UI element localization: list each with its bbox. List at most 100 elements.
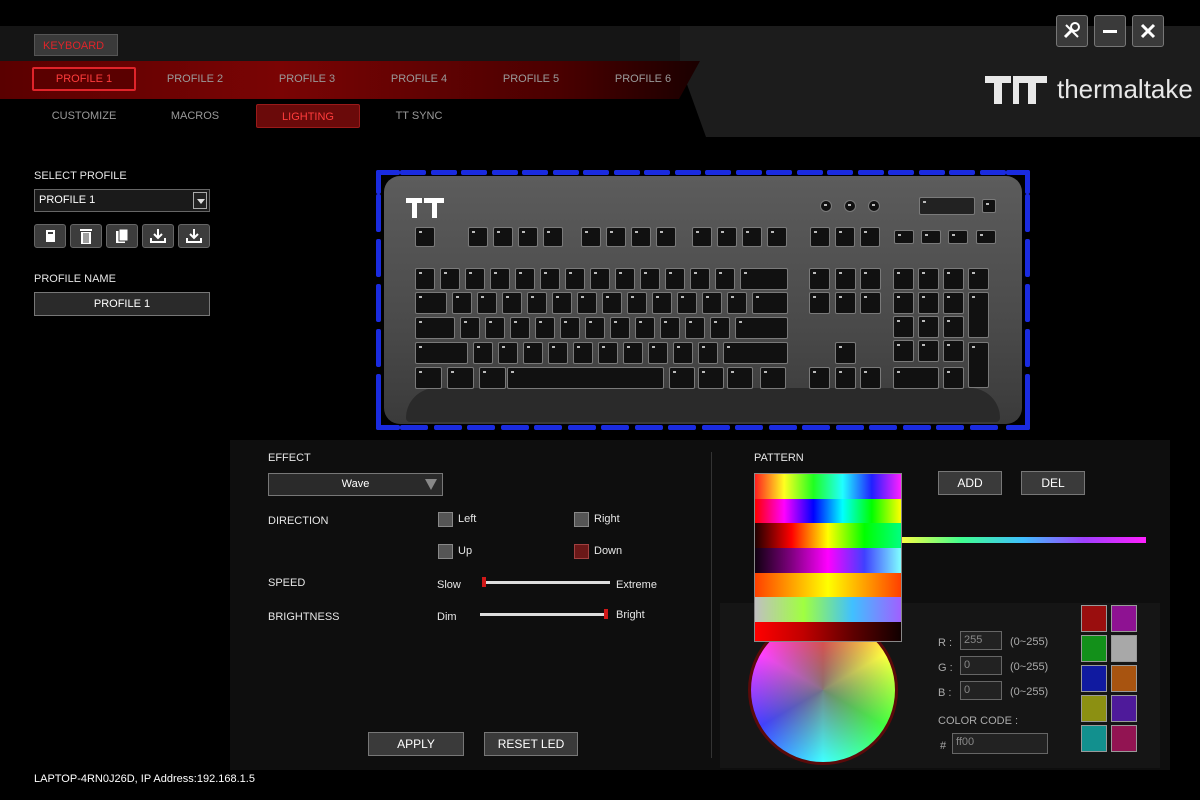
- keyboard-key[interactable]: [415, 317, 455, 339]
- pattern-item[interactable]: [755, 622, 901, 641]
- delete-profile-button[interactable]: [70, 224, 102, 248]
- keyboard-key[interactable]: [835, 367, 856, 389]
- effect-select[interactable]: Wave: [268, 473, 443, 496]
- keyboard-section-tab[interactable]: KEYBOARD: [34, 34, 118, 56]
- keyboard-key[interactable]: [723, 342, 788, 364]
- keyboard-key[interactable]: [577, 292, 597, 314]
- keyboard-key[interactable]: [477, 292, 497, 314]
- media-key[interactable]: [868, 200, 880, 212]
- keyboard-key[interactable]: [692, 227, 712, 247]
- tab-customize[interactable]: CUSTOMIZE: [32, 104, 136, 128]
- keyboard-key[interactable]: [610, 317, 630, 339]
- keyboard-key[interactable]: [921, 230, 941, 244]
- new-profile-button[interactable]: [34, 224, 66, 248]
- speed-slider-handle[interactable]: [482, 577, 486, 587]
- pattern-item[interactable]: [755, 498, 901, 524]
- keyboard-key[interactable]: [468, 227, 488, 247]
- keyboard-key[interactable]: [660, 317, 680, 339]
- keyboard-key[interactable]: [677, 292, 697, 314]
- keyboard-key[interactable]: [460, 317, 480, 339]
- keyboard-key[interactable]: [560, 317, 580, 339]
- pattern-list[interactable]: [754, 473, 902, 642]
- keyboard-key[interactable]: [552, 292, 572, 314]
- keyboard-key[interactable]: [809, 268, 830, 290]
- import-profile-button[interactable]: [142, 224, 174, 248]
- keyboard-key[interactable]: [893, 340, 914, 362]
- keyboard-key[interactable]: [943, 268, 964, 290]
- tab-profile-1[interactable]: PROFILE 1: [32, 67, 136, 91]
- settings-button[interactable]: [1056, 15, 1088, 47]
- keyboard-key[interactable]: [893, 292, 914, 314]
- keyboard-key[interactable]: [648, 342, 668, 364]
- pattern-item[interactable]: [755, 548, 901, 573]
- keyboard-key[interactable]: [698, 367, 724, 389]
- tab-profile-2[interactable]: PROFILE 2: [143, 67, 247, 91]
- keyboard-key[interactable]: [602, 292, 622, 314]
- keyboard-key[interactable]: [540, 268, 560, 290]
- keyboard-key[interactable]: [860, 268, 881, 290]
- keyboard-preview[interactable]: [376, 170, 1030, 430]
- direction-left-checkbox[interactable]: [438, 512, 453, 527]
- brightness-slider[interactable]: [480, 613, 608, 616]
- keyboard-key[interactable]: [673, 342, 693, 364]
- keyboard-key[interactable]: [835, 227, 855, 247]
- tab-profile-4[interactable]: PROFILE 4: [367, 67, 471, 91]
- tab-profile-5[interactable]: PROFILE 5: [479, 67, 583, 91]
- keyboard-key[interactable]: [479, 367, 506, 389]
- tab-macros[interactable]: MACROS: [143, 104, 247, 128]
- keyboard-key[interactable]: [835, 342, 856, 364]
- keyboard-key[interactable]: [698, 342, 718, 364]
- color-swatch[interactable]: [1081, 695, 1107, 722]
- keyboard-key[interactable]: [702, 292, 722, 314]
- color-swatch[interactable]: [1081, 725, 1107, 752]
- keyboard-key[interactable]: [548, 342, 568, 364]
- pattern-item[interactable]: [755, 597, 901, 623]
- keyboard-key[interactable]: [415, 342, 468, 364]
- keyboard-key[interactable]: [498, 342, 518, 364]
- tab-profile-6[interactable]: PROFILE 6: [591, 67, 695, 91]
- b-input[interactable]: 0: [960, 681, 1002, 700]
- keyboard-key[interactable]: [918, 340, 939, 362]
- tab-tt-sync[interactable]: TT SYNC: [367, 104, 471, 128]
- chevron-down-icon[interactable]: [193, 192, 207, 209]
- direction-down-checkbox[interactable]: [574, 544, 589, 559]
- keyboard-key[interactable]: [690, 268, 710, 290]
- keyboard-key[interactable]: [573, 342, 593, 364]
- keyboard-key[interactable]: [968, 292, 989, 338]
- keyboard-key[interactable]: [685, 317, 705, 339]
- color-swatch[interactable]: [1111, 635, 1137, 662]
- keyboard-key[interactable]: [623, 342, 643, 364]
- keyboard-key[interactable]: [860, 227, 880, 247]
- media-key[interactable]: [820, 200, 832, 212]
- keyboard-key[interactable]: [918, 316, 939, 338]
- reset-led-button[interactable]: RESET LED: [484, 732, 578, 756]
- keyboard-key[interactable]: [860, 367, 881, 389]
- keyboard-key[interactable]: [581, 227, 601, 247]
- keyboard-key[interactable]: [452, 292, 472, 314]
- keyboard-key[interactable]: [982, 199, 996, 213]
- keyboard-key[interactable]: [710, 317, 730, 339]
- keyboard-key[interactable]: [767, 227, 787, 247]
- keyboard-key[interactable]: [598, 342, 618, 364]
- keyboard-key[interactable]: [627, 292, 647, 314]
- keyboard-key[interactable]: [809, 292, 830, 314]
- keyboard-key[interactable]: [893, 367, 939, 389]
- keyboard-key[interactable]: [523, 342, 543, 364]
- color-code-input[interactable]: ff00: [952, 733, 1048, 754]
- keyboard-key[interactable]: [809, 367, 830, 389]
- keyboard-key[interactable]: [740, 268, 788, 290]
- keyboard-key[interactable]: [415, 367, 442, 389]
- keyboard-key[interactable]: [835, 268, 856, 290]
- close-button[interactable]: [1132, 15, 1164, 47]
- minimize-button[interactable]: [1094, 15, 1126, 47]
- keyboard-key[interactable]: [507, 367, 664, 389]
- keyboard-key[interactable]: [968, 268, 989, 290]
- color-swatch[interactable]: [1111, 665, 1137, 692]
- profile-name-input[interactable]: PROFILE 1: [34, 292, 210, 316]
- pattern-item[interactable]: [755, 474, 901, 499]
- tab-profile-3[interactable]: PROFILE 3: [255, 67, 359, 91]
- keyboard-key[interactable]: [518, 227, 538, 247]
- keyboard-key[interactable]: [415, 292, 447, 314]
- keyboard-key[interactable]: [976, 230, 996, 244]
- keyboard-key[interactable]: [535, 317, 555, 339]
